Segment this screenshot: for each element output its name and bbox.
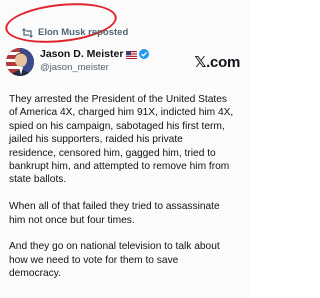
author-info: Jason D. Meister @jason_meister <box>40 48 150 73</box>
us-flag-icon <box>126 50 138 59</box>
author-name[interactable]: Jason D. Meister <box>40 48 123 60</box>
repost-indicator[interactable]: Elon Musk reposted <box>22 27 128 38</box>
avatar[interactable] <box>6 48 34 76</box>
post-text: They arrested the President of the Unite… <box>9 93 245 281</box>
repost-label: Elon Musk reposted <box>38 27 129 38</box>
post-header: Jason D. Meister @jason_meister 𝕏.com <box>6 47 244 81</box>
post-paragraph: When all of that failed they tried to as… <box>9 201 220 226</box>
author-handle[interactable]: @jason_meister <box>40 62 149 73</box>
post-paragraph: And they go on national television to ta… <box>9 241 220 280</box>
highlight-circle <box>3 0 119 48</box>
x-logo: 𝕏.com <box>194 54 240 71</box>
repost-icon <box>22 27 33 38</box>
verified-badge-icon <box>139 49 150 59</box>
post-paragraph: They arrested the President of the Unite… <box>9 94 234 186</box>
post-card: Elon Musk reposted Jason D. Meister @jas… <box>0 0 250 298</box>
